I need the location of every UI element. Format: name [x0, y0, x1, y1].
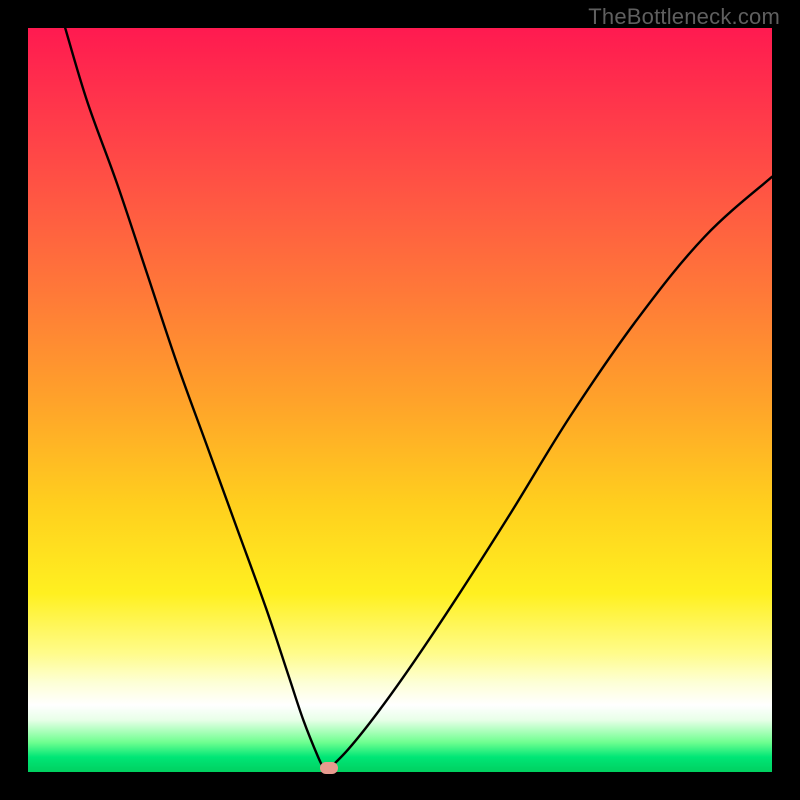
chart-frame: TheBottleneck.com [0, 0, 800, 800]
minimum-marker [320, 762, 338, 774]
bottleneck-curve [28, 28, 772, 772]
watermark-text: TheBottleneck.com [588, 4, 780, 30]
